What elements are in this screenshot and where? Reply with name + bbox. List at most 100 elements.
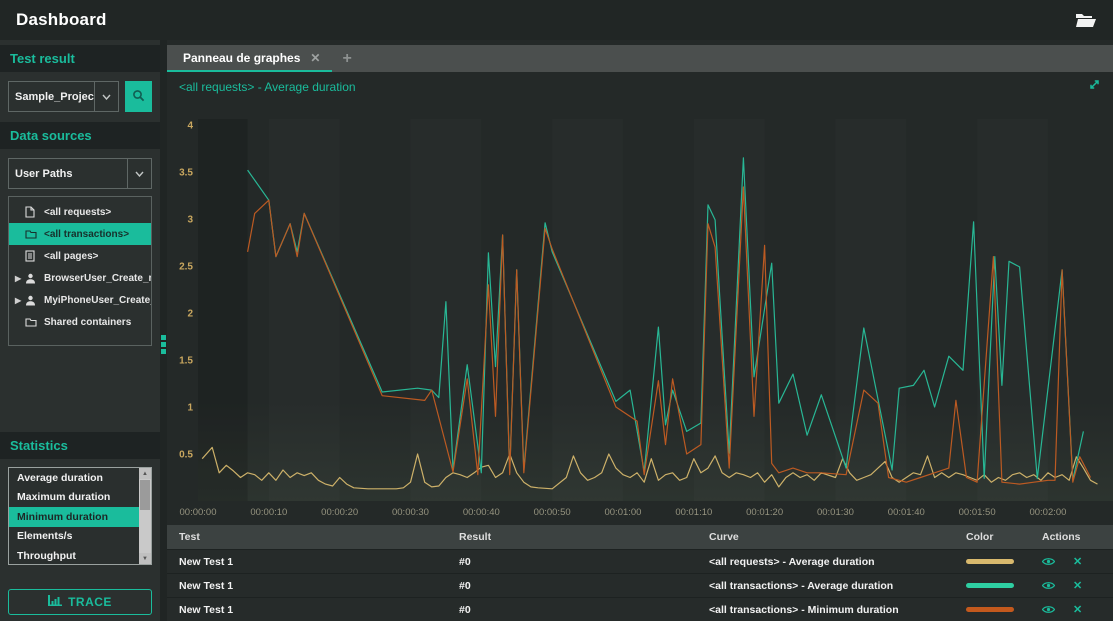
color-cell bbox=[954, 583, 1030, 588]
scroll-down-icon[interactable]: ▼ bbox=[139, 553, 151, 564]
y-axis-tick-label: 1 bbox=[187, 403, 193, 414]
tree-item[interactable]: ▶ MyiPhoneUser_Create_report bbox=[9, 289, 151, 311]
table-row: New Test 1#0<all transactions> - Average… bbox=[167, 573, 1113, 597]
x-axis-tick-label: 00:00:40 bbox=[463, 507, 500, 518]
remove-curve-icon[interactable]: ✕ bbox=[1073, 579, 1082, 592]
statistic-item[interactable]: Maximum duration bbox=[9, 488, 139, 508]
folder-icon bbox=[25, 228, 39, 240]
x-axis-tick-label: 00:00:50 bbox=[534, 507, 571, 518]
toggle-visibility-icon[interactable] bbox=[1042, 605, 1055, 614]
user-icon bbox=[25, 294, 39, 306]
x-axis-tick-label: 00:01:50 bbox=[959, 507, 996, 518]
datasource-tree: <all requests> <all transactions> <all pag… bbox=[8, 196, 152, 346]
test-name: New Test 1 bbox=[167, 604, 447, 616]
statistic-item[interactable]: Throughput bbox=[9, 546, 139, 564]
top-bar: Dashboard bbox=[0, 0, 1113, 40]
actions-cell: ✕ bbox=[1030, 603, 1113, 616]
x-axis-tick-label: 00:01:10 bbox=[675, 507, 712, 518]
x-axis-tick-label: 00:01:20 bbox=[746, 507, 783, 518]
search-icon bbox=[132, 89, 145, 105]
x-axis-tick-label: 00:00:30 bbox=[392, 507, 429, 518]
y-axis-tick-label: 3 bbox=[187, 215, 193, 226]
tree-item[interactable]: ▶ BrowserUser_Create_report bbox=[9, 267, 151, 289]
table-row: New Test 1#0<all requests> - Average dur… bbox=[167, 549, 1113, 573]
color-cell bbox=[954, 559, 1030, 564]
x-axis-tick-label: 00:01:30 bbox=[817, 507, 854, 518]
tree-item-label: Shared containers bbox=[44, 317, 131, 328]
actions-cell: ✕ bbox=[1030, 579, 1113, 592]
statistics-listbox: Average durationMaximum durationMinimum … bbox=[8, 467, 152, 565]
curve-name: <all requests> - Average duration bbox=[697, 556, 954, 568]
line-chart[interactable]: 0.511.522.533.54 00:00:0000:00:1000:00:2… bbox=[167, 101, 1113, 525]
trace-button[interactable]: TRACE bbox=[8, 589, 152, 615]
tree-item-label: MyiPhoneUser_Create_report bbox=[44, 295, 151, 306]
statistic-item[interactable]: Minimum duration bbox=[9, 507, 139, 527]
chart-title: <all requests> - Average duration bbox=[179, 80, 356, 94]
tree-item[interactable]: <all pages> bbox=[9, 245, 151, 267]
tab-panneau-de-graphes[interactable]: Panneau de graphes ✕ bbox=[167, 45, 332, 72]
tab-close-icon[interactable]: ✕ bbox=[310, 51, 320, 65]
statistic-item[interactable]: Average duration bbox=[9, 468, 139, 488]
add-tab-icon[interactable]: + bbox=[332, 50, 361, 68]
color-cell bbox=[954, 607, 1030, 612]
test-result-header: Test result bbox=[0, 45, 160, 72]
y-axis-tick-label: 4 bbox=[187, 121, 193, 132]
curve-table: TestResultCurveColorActions New Test 1#0… bbox=[167, 525, 1113, 621]
tree-item[interactable]: <all transactions> bbox=[9, 223, 151, 245]
x-axis-tick-label: 00:02:00 bbox=[1029, 507, 1066, 518]
splitter-handle-icon bbox=[161, 335, 166, 354]
toggle-visibility-icon[interactable] bbox=[1042, 557, 1055, 566]
datasource-select-value: User Paths bbox=[9, 159, 127, 188]
statistics-header: Statistics bbox=[0, 432, 160, 459]
curve-name: <all transactions> - Minimum duration bbox=[697, 604, 954, 616]
sidebar: Test result Sample_Project - N Data sour… bbox=[0, 40, 160, 621]
remove-curve-icon[interactable]: ✕ bbox=[1073, 555, 1082, 568]
tree-item-label: <all pages> bbox=[44, 251, 98, 262]
y-axis-tick-label: 1.5 bbox=[179, 356, 193, 367]
scrollbar-thumb[interactable] bbox=[140, 480, 150, 510]
curve-color-swatch bbox=[966, 583, 1014, 588]
table-row: New Test 1#0<all transactions> - Minimum… bbox=[167, 597, 1113, 621]
column-header: Result bbox=[447, 531, 697, 543]
curve-color-swatch bbox=[966, 559, 1014, 564]
project-select-value: Sample_Project - N bbox=[9, 82, 94, 111]
tree-item[interactable]: Shared containers bbox=[9, 311, 151, 333]
column-header: Curve bbox=[697, 531, 954, 543]
tree-item[interactable]: <all requests> bbox=[9, 201, 151, 223]
file-icon bbox=[25, 206, 39, 218]
chevron-down-icon bbox=[94, 82, 118, 111]
curve-table-header: TestResultCurveColorActions bbox=[167, 525, 1113, 549]
scrollbar[interactable]: ▲ ▼ bbox=[139, 468, 151, 564]
tab-bar: Panneau de graphes ✕ + bbox=[167, 45, 1113, 72]
remove-curve-icon[interactable]: ✕ bbox=[1073, 603, 1082, 616]
toggle-visibility-icon[interactable] bbox=[1042, 581, 1055, 590]
column-header: Actions bbox=[1030, 531, 1113, 543]
file-text-icon bbox=[25, 250, 39, 262]
actions-cell: ✕ bbox=[1030, 555, 1113, 568]
caret-right-icon[interactable]: ▶ bbox=[15, 296, 25, 305]
trace-button-label: TRACE bbox=[68, 595, 112, 609]
project-select[interactable]: Sample_Project - N bbox=[8, 81, 119, 112]
open-folder-icon[interactable] bbox=[1075, 11, 1097, 29]
x-axis-tick-label: 00:01:40 bbox=[888, 507, 925, 518]
tree-item-label: BrowserUser_Create_report bbox=[44, 273, 151, 284]
chevron-down-icon bbox=[127, 159, 151, 188]
tree-item-label: <all transactions> bbox=[44, 229, 129, 240]
tree-item-label: <all requests> bbox=[44, 207, 111, 218]
sidebar-splitter[interactable] bbox=[160, 40, 167, 621]
result-id: #0 bbox=[447, 556, 697, 568]
scroll-up-icon[interactable]: ▲ bbox=[139, 468, 151, 479]
search-button[interactable] bbox=[125, 81, 152, 112]
y-axis-tick-label: 2 bbox=[187, 309, 193, 320]
test-name: New Test 1 bbox=[167, 556, 447, 568]
y-axis-tick-label: 0.5 bbox=[179, 450, 193, 461]
result-id: #0 bbox=[447, 604, 697, 616]
result-id: #0 bbox=[447, 580, 697, 592]
caret-right-icon[interactable]: ▶ bbox=[15, 274, 25, 283]
curve-name: <all transactions> - Average duration bbox=[697, 580, 954, 592]
datasource-select[interactable]: User Paths bbox=[8, 158, 152, 189]
expand-chart-icon[interactable] bbox=[1088, 78, 1101, 96]
x-axis-tick-label: 00:01:00 bbox=[604, 507, 641, 518]
y-axis-tick-label: 2.5 bbox=[179, 262, 193, 273]
statistic-item[interactable]: Elements/s bbox=[9, 527, 139, 547]
